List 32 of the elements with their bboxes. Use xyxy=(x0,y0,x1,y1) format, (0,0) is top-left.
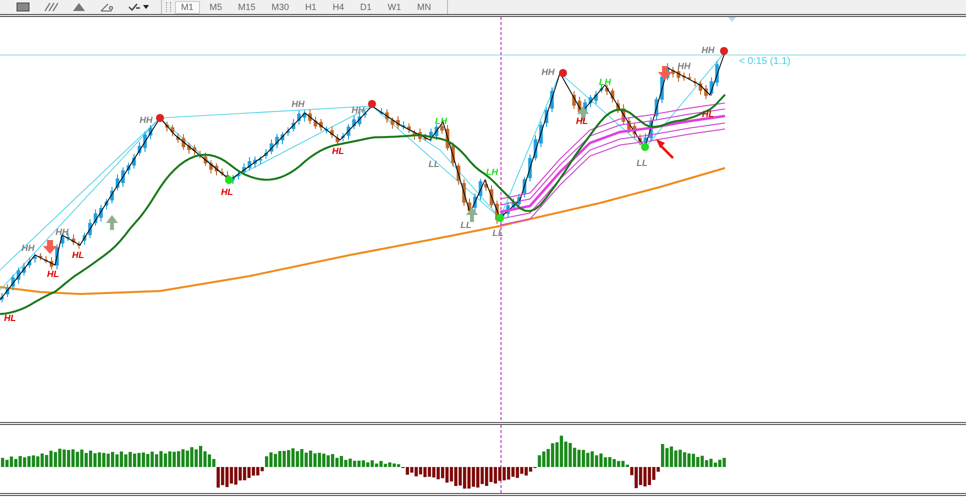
swing-label: LL xyxy=(428,159,440,169)
swing-label: LL xyxy=(492,228,504,238)
swing-label: HL xyxy=(72,250,84,260)
swing-label: HL xyxy=(576,116,588,126)
swing-label: LL xyxy=(460,220,472,230)
swing-label: HL xyxy=(702,109,714,119)
swing-label: HH xyxy=(56,227,68,237)
timeframe-button[interactable]: D1 xyxy=(354,0,378,14)
timeframe-button[interactable]: MN xyxy=(411,0,438,14)
swing-label: HL xyxy=(332,146,344,156)
timeframe-button[interactable]: W1 xyxy=(382,0,408,14)
swing-label: HH xyxy=(702,45,714,55)
swing-label: HL xyxy=(221,187,233,197)
swing-label: HH xyxy=(352,105,364,115)
swing-label: HH xyxy=(678,61,690,71)
swing-label: LH xyxy=(599,77,611,87)
timeframe-button[interactable]: M1 xyxy=(175,0,200,14)
swing-label: HL xyxy=(47,269,59,279)
swing-label: HH xyxy=(22,243,34,253)
timeframe-button[interactable]: H4 xyxy=(326,0,350,14)
timeframe-button[interactable]: M5 xyxy=(204,0,228,14)
timeframe-button[interactable]: M15 xyxy=(232,0,262,14)
timeframe-button[interactable]: M30 xyxy=(266,0,296,14)
swing-label: LL xyxy=(636,158,648,168)
swing-label: LH xyxy=(486,167,498,177)
swing-label: LH xyxy=(435,116,447,126)
swing-label: HH xyxy=(140,115,152,125)
swing-label: HL xyxy=(4,313,16,323)
swing-label: HH xyxy=(542,67,554,77)
countdown-label: < 0:15 (1.1) xyxy=(739,56,790,67)
swing-label: HH xyxy=(292,99,304,109)
timeframe-button[interactable]: H1 xyxy=(299,0,323,14)
